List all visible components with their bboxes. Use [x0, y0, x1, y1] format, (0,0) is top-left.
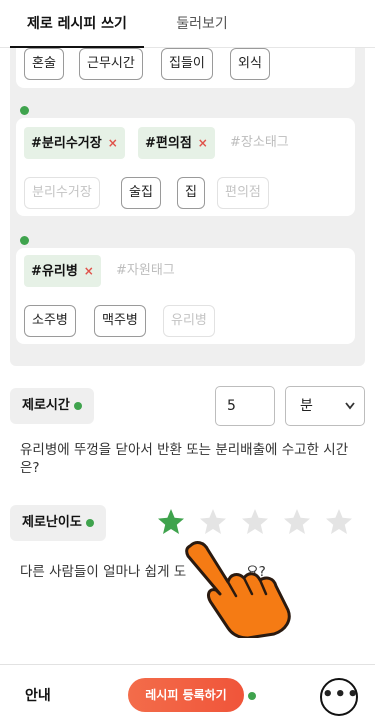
required-dot	[20, 106, 29, 115]
register-recipe-button[interactable]: 레시피 등록하기	[128, 678, 244, 712]
bottom-bar: 안내 레시피 등록하기 •••	[0, 664, 375, 725]
remove-tag-icon[interactable]: ×	[84, 264, 94, 278]
tab-browse[interactable]: 둘러보기	[172, 0, 232, 48]
star-icon[interactable]	[240, 507, 270, 537]
selected-place-tag[interactable]: #편의점 ×	[138, 127, 215, 159]
zero-time-label-text: 제로시간	[22, 398, 70, 413]
chip-place-suggestion[interactable]: 집	[177, 177, 205, 209]
tab-write-recipe[interactable]: 제로 레시피 쓰기	[10, 0, 144, 48]
chip-resource-suggestion[interactable]: 소주병	[24, 305, 76, 337]
zero-time-label: 제로시간	[10, 388, 94, 424]
star-icon[interactable]	[198, 507, 228, 537]
difficulty-label: 제로난이도	[10, 505, 106, 541]
difficulty-label-text: 제로난이도	[22, 515, 82, 530]
zero-time-question: 유리병에 뚜껑을 닫아서 반환 또는 분리배출에 수고한 시간은?	[20, 442, 349, 476]
chip-situation[interactable]: 혼술	[24, 48, 64, 80]
guide-button[interactable]: 안내	[25, 685, 51, 705]
required-dot	[20, 236, 29, 245]
chip-situation[interactable]: 외식	[230, 48, 270, 80]
pointing-hand-icon	[178, 538, 298, 640]
resource-tag-card: #유리병 × #자원태그 소주병 맥주병 유리병	[16, 248, 355, 344]
star-icon[interactable]	[324, 507, 354, 537]
time-unit-select[interactable]: 분	[285, 386, 365, 426]
chip-situation[interactable]: 집들이	[161, 48, 213, 80]
difficulty-question-text: 다른 사람들이 얼마나 쉽게 도	[20, 564, 187, 580]
tag-label: #분리수거장	[31, 136, 102, 151]
more-options-button[interactable]: •••	[320, 678, 359, 716]
top-tabs: 제로 레시피 쓰기 둘러보기	[0, 0, 375, 48]
chip-resource-suggestion[interactable]: 유리병	[163, 305, 215, 337]
place-tag-input[interactable]: #장소태그	[230, 127, 289, 159]
required-dot	[85, 518, 94, 527]
zero-time-input[interactable]: 5	[215, 386, 275, 426]
selected-place-tag[interactable]: #분리수거장 ×	[24, 127, 125, 159]
chevron-down-icon	[344, 387, 356, 441]
chip-place-suggestion[interactable]: 분리수거장	[24, 177, 100, 209]
chip-situation[interactable]: 근무시간	[79, 48, 143, 80]
selected-resource-tag[interactable]: #유리병 ×	[24, 255, 101, 287]
star-icon[interactable]	[156, 507, 186, 537]
chip-resource-suggestion[interactable]: 맥주병	[94, 305, 146, 337]
time-unit-value: 분	[300, 398, 313, 414]
chip-place-suggestion[interactable]: 편의점	[217, 177, 269, 209]
required-dot	[248, 692, 256, 700]
difficulty-rating	[156, 507, 366, 539]
required-dot	[73, 401, 82, 410]
tag-label: #편의점	[145, 136, 192, 151]
tag-label: #유리병	[31, 264, 78, 279]
situation-card: 혼술 근무시간 집들이 외식	[16, 48, 355, 88]
remove-tag-icon[interactable]: ×	[198, 136, 208, 150]
resource-tag-input[interactable]: #자원태그	[116, 255, 175, 287]
remove-tag-icon[interactable]: ×	[108, 136, 118, 150]
star-icon[interactable]	[282, 507, 312, 537]
place-tag-card: #분리수거장 × #편의점 × #장소태그 분리수거장 술집 집 편의점	[16, 118, 355, 216]
chip-place-suggestion[interactable]: 술집	[121, 177, 161, 209]
